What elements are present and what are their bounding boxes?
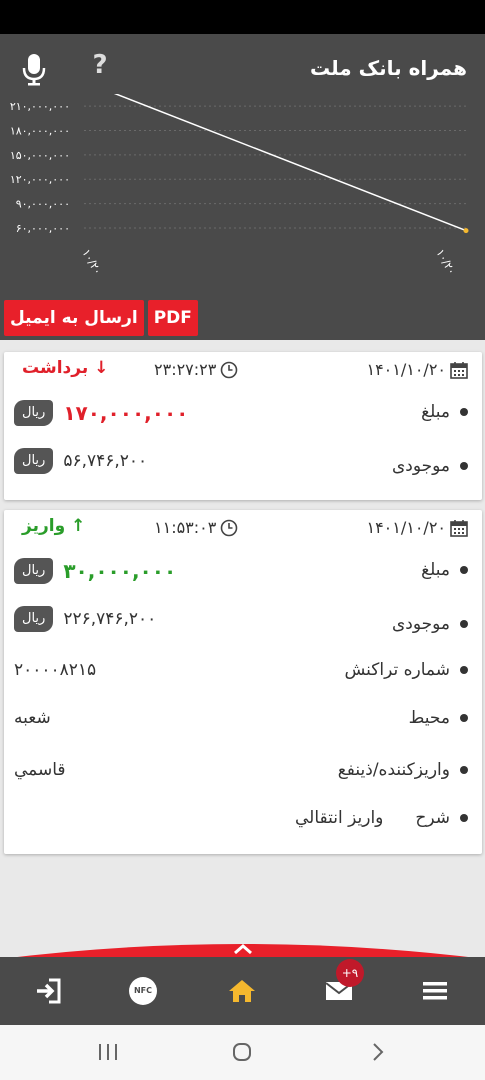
bullet-icon xyxy=(460,408,468,416)
pdf-button[interactable]: PDF xyxy=(147,300,198,336)
depositor-row: واریزکننده/ذینفع xyxy=(338,760,468,780)
microphone-icon[interactable] xyxy=(18,52,50,86)
transaction-card-deposit[interactable]: ۱۴۰۱/۱۰/۲۰ ۱۱:۵۳:۰۳ واریز ↑ مبلغ ریال ۳۰… xyxy=(4,510,482,854)
transaction-card-withdrawal[interactable]: ۱۴۰۱/۱۰/۲۰ ۲۳:۲۷:۲۳ برداشت ↓ مبلغ ریال ۱… xyxy=(4,352,482,500)
transaction-time: ۱۱:۵۳:۰۳ xyxy=(154,518,238,537)
description-label: شرح xyxy=(415,808,450,828)
calendar-icon xyxy=(450,361,468,379)
data-point xyxy=(463,228,469,234)
transaction-type-withdrawal: برداشت ↓ xyxy=(22,358,108,378)
x-tick-label: ۱۰/۲۰ xyxy=(79,247,104,277)
nfc-icon[interactable]: NFC xyxy=(128,975,158,1007)
description-text: واريز انتقالي xyxy=(295,808,384,828)
bottom-nav-bar: NFC +۹ xyxy=(0,957,485,1025)
amount-label: مبلغ xyxy=(421,402,450,422)
y-tick-label: ۹۰,۰۰۰,۰۰۰ xyxy=(16,198,70,211)
action-buttons: ارسال به ایمیل PDF xyxy=(4,300,198,336)
system-navigation-bar xyxy=(0,1025,485,1080)
channel-value: شعبه xyxy=(14,708,51,728)
bullet-icon xyxy=(460,666,468,674)
amount-text: ۳۰,۰۰۰,۰۰۰ xyxy=(63,559,177,583)
transaction-type-deposit: واریز ↑ xyxy=(22,516,85,536)
balance-label: موجودی xyxy=(391,456,450,476)
balance-label: موجودی xyxy=(391,614,450,634)
bullet-icon xyxy=(460,814,468,822)
bullet-icon xyxy=(460,566,468,574)
menu-icon[interactable] xyxy=(420,975,450,1007)
amount-value: ریال ۱۷۰,۰۰۰,۰۰۰ xyxy=(14,400,188,426)
nfc-label: NFC xyxy=(129,977,157,1005)
clock-icon xyxy=(221,361,238,378)
logout-icon[interactable] xyxy=(34,975,64,1007)
arrow-down-icon: ↓ xyxy=(94,358,109,378)
balance-row: موجودی xyxy=(392,456,468,476)
type-label: واریز xyxy=(22,516,66,536)
tracking-label: شماره تراکنش xyxy=(344,660,450,680)
bullet-icon xyxy=(460,462,468,470)
currency-badge: ریال xyxy=(14,400,54,426)
depositor-value: قاسمي xyxy=(14,760,66,780)
y-tick-label: ۱۸۰,۰۰۰,۰۰۰ xyxy=(10,124,70,137)
channel-row: محیط xyxy=(409,708,468,728)
y-tick-label: ۱۵۰,۰۰۰,۰۰۰ xyxy=(10,149,70,162)
home-circle-icon[interactable] xyxy=(230,1041,254,1063)
x-tick-label: ۱۰/۲۰ xyxy=(433,247,458,277)
app-header: ? همراه بانک ملت ۲۱۰,۰۰۰,۰۰۰ ۱۸۰,۰۰۰,۰۰۰ ۱… xyxy=(0,34,485,340)
tracking-value: ۲۰۰۰۰۸۲۱۵ xyxy=(14,660,96,680)
mail-icon[interactable]: +۹ xyxy=(324,959,364,1007)
bullet-icon xyxy=(460,620,468,628)
clock-icon xyxy=(221,519,238,536)
y-tick-label: ۱۲۰,۰۰۰,۰۰۰ xyxy=(10,173,70,186)
type-label: برداشت xyxy=(22,358,89,378)
send-email-button[interactable]: ارسال به ایمیل xyxy=(4,300,144,336)
amount-row: مبلغ xyxy=(421,402,468,422)
home-icon[interactable] xyxy=(226,975,258,1007)
description-row: شرح واريز انتقالي xyxy=(295,808,468,828)
y-tick-label: ۲۱۰,۰۰۰,۰۰۰ xyxy=(10,100,70,113)
balance-text: ۵۶,۷۴۶,۲۰۰ xyxy=(63,451,148,471)
time-text: ۲۳:۲۷:۲۳ xyxy=(154,360,217,379)
depositor-label: واریزکننده/ذینفع xyxy=(337,760,450,780)
amount-label: مبلغ xyxy=(421,560,450,580)
amount-row: مبلغ xyxy=(421,560,468,580)
recent-apps-icon[interactable] xyxy=(96,1041,120,1063)
time-text: ۱۱:۵۳:۰۳ xyxy=(154,518,217,537)
balance-value: ریال ۵۶,۷۴۶,۲۰۰ xyxy=(14,448,147,474)
expand-chevron-icon[interactable] xyxy=(232,941,254,955)
tracking-text: ۲۰۰۰۰۸۲۱۵ xyxy=(14,660,97,680)
back-icon[interactable] xyxy=(366,1041,390,1063)
balance-text: ۲۲۶,۷۴۶,۲۰۰ xyxy=(63,609,157,629)
tracking-row: شماره تراکنش xyxy=(344,660,468,680)
transaction-time: ۲۳:۲۷:۲۳ xyxy=(154,360,238,379)
date-text: ۱۴۰۱/۱۰/۲۰ xyxy=(366,518,446,537)
bottom-navigation: NFC +۹ xyxy=(0,935,485,1025)
channel-label: محیط xyxy=(408,708,450,728)
bullet-icon xyxy=(460,766,468,774)
amount-text: ۱۷۰,۰۰۰,۰۰۰ xyxy=(63,401,189,425)
amount-value: ریال ۳۰,۰۰۰,۰۰۰ xyxy=(14,558,176,584)
transaction-date: ۱۴۰۱/۱۰/۲۰ xyxy=(366,360,468,379)
series-line xyxy=(113,94,467,232)
transaction-date: ۱۴۰۱/۱۰/۲۰ xyxy=(366,518,468,537)
card-header: ۱۴۰۱/۱۰/۲۰ ۲۳:۲۷:۲۳ برداشت ↓ xyxy=(4,352,482,386)
depositor-text: قاسمي xyxy=(14,760,66,780)
balance-value: ریال ۲۲۶,۷۴۶,۲۰۰ xyxy=(14,606,156,632)
app-title: همراه بانک ملت xyxy=(309,56,467,80)
balance-row: موجودی xyxy=(392,614,468,634)
date-text: ۱۴۰۱/۱۰/۲۰ xyxy=(366,360,446,379)
calendar-icon xyxy=(450,519,468,537)
currency-badge: ریال xyxy=(14,448,54,474)
currency-badge: ریال xyxy=(14,606,54,632)
y-tick-label: ۶۰,۰۰۰,۰۰۰ xyxy=(16,222,70,235)
status-bar xyxy=(0,0,485,34)
mail-badge: +۹ xyxy=(336,959,364,987)
currency-badge: ریال xyxy=(14,558,54,584)
channel-text: شعبه xyxy=(14,708,51,728)
help-button[interactable]: ? xyxy=(88,50,112,80)
card-header: ۱۴۰۱/۱۰/۲۰ ۱۱:۵۳:۰۳ واریز ↑ xyxy=(4,510,482,544)
arrow-up-icon: ↑ xyxy=(71,516,86,536)
bullet-icon xyxy=(460,714,468,722)
balance-chart: ۲۱۰,۰۰۰,۰۰۰ ۱۸۰,۰۰۰,۰۰۰ ۱۵۰,۰۰۰,۰۰۰ ۱۲۰,۰۰۰… xyxy=(0,94,485,294)
